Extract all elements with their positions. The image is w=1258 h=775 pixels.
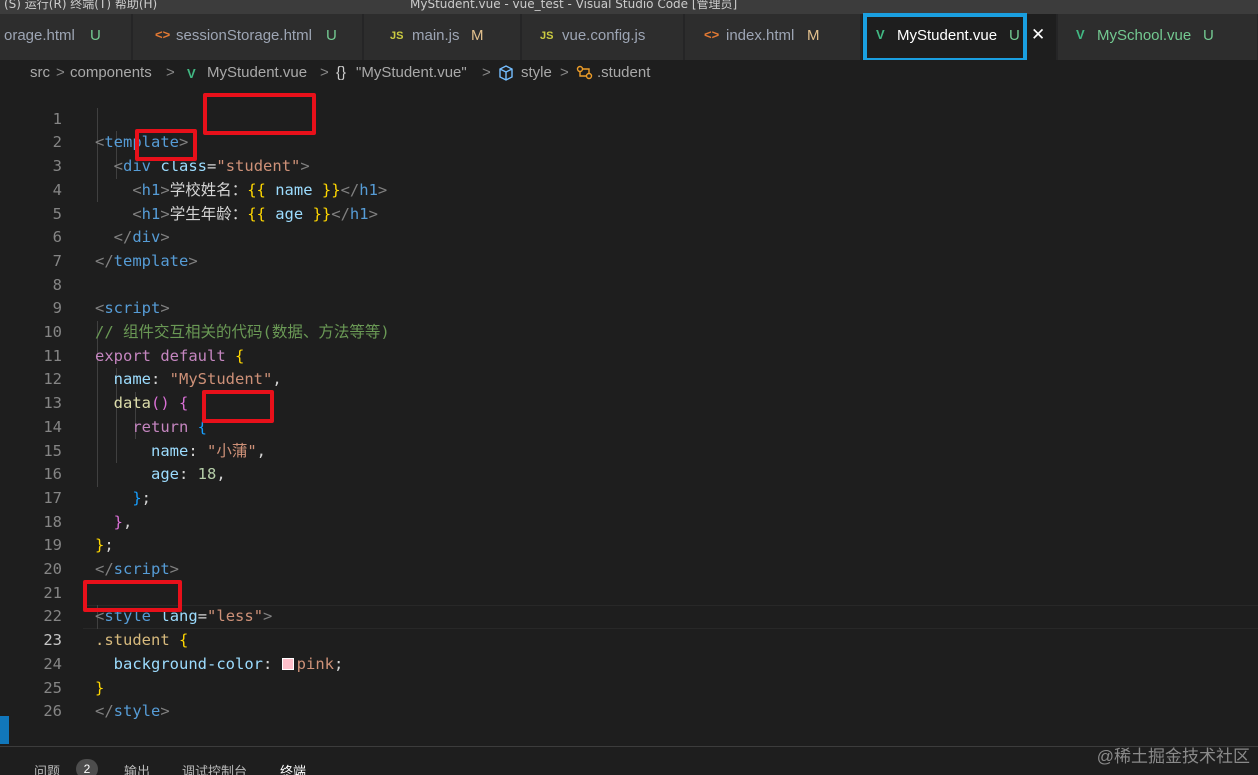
code-line: 19 </script>: [0, 511, 1258, 578]
bottom-panel: 问题 2 输出 调试控制台 终端: [0, 746, 1258, 775]
code-line: 26: [0, 677, 1258, 720]
breadcrumb: src > components > V MyStudent.vue > {} …: [0, 60, 1258, 84]
tab-myschool-vue[interactable]: V MySchool.vue U: [1058, 14, 1258, 60]
code-line: 25 </style>: [0, 653, 1258, 721]
line-number: 26: [43, 702, 62, 721]
tab-label: orage.html: [4, 27, 75, 44]
code-line: 6 </template>: [0, 203, 1258, 270]
code-line: 14 name: "小蒲",: [0, 392, 1258, 460]
tab-index-html[interactable]: <> index.html M: [685, 14, 861, 60]
code-line: 5 </div>: [0, 179, 1258, 247]
code-line: 1 <template>: [0, 84, 1258, 152]
watermark: @稀土掘金技术社区: [1096, 747, 1250, 766]
menu-bar[interactable]: (S) 运行(R) 终端(T) 帮助(H): [4, 0, 157, 12]
code-line: 11 name: "MyStudent",: [0, 321, 1258, 389]
tab-label: sessionStorage.html: [176, 27, 312, 44]
code-line: 20: [0, 534, 1258, 578]
tab-badge: M: [471, 27, 484, 44]
tab-badge: U: [1203, 27, 1214, 44]
vue-icon: V: [187, 66, 196, 81]
code-line: 23 background-color: pink;: [0, 605, 1258, 673]
code-line: 18 };: [0, 487, 1258, 555]
code-line: 2 <div class="student">: [0, 108, 1258, 175]
selector-icon: [576, 65, 594, 85]
annotation-box-name: [202, 390, 274, 423]
tab-label: vue.config.js: [562, 27, 646, 44]
tab-vue-config-js[interactable]: JS vue.config.js: [522, 14, 684, 60]
tab-badge: U: [90, 27, 101, 44]
breadcrumb-separator: >: [320, 64, 329, 81]
cube-icon: [498, 65, 514, 85]
tab-label: index.html: [726, 27, 795, 44]
code-line: 16 };: [0, 440, 1258, 507]
breadcrumb-item-selector[interactable]: .student: [597, 64, 650, 81]
breadcrumb-item-style[interactable]: style: [521, 64, 552, 81]
annotation-box-selector: [83, 580, 182, 612]
code-line: 24 }: [0, 629, 1258, 697]
problems-count-badge: 2: [76, 759, 98, 775]
annotation-box-h1: [135, 129, 197, 161]
code-line: 22 .student {: [0, 582, 1258, 649]
code-line: 8 <script>: [0, 250, 1258, 318]
breadcrumb-item-component[interactable]: "MyStudent.vue": [356, 64, 467, 81]
breadcrumb-separator: >: [482, 64, 491, 81]
code-line: 9 // 组件交互相关的代码(数据、方法等等): [0, 274, 1258, 341]
annotation-box-class: [203, 93, 316, 135]
close-icon[interactable]: ✕: [1031, 25, 1045, 45]
tab-terminal[interactable]: 终端: [280, 761, 306, 775]
editor-tab-bar: orage.html U <> sessionStorage.html U JS…: [0, 14, 1258, 60]
breadcrumb-item-file[interactable]: MyStudent.vue: [207, 64, 307, 81]
js-icon: JS: [390, 30, 404, 42]
window-title: MyStudent.vue - vue_test - Visual Studio…: [410, 0, 738, 11]
html-icon: <>: [704, 27, 720, 42]
code-line: 13 return {: [0, 368, 1258, 436]
tab-problems[interactable]: 问题: [34, 761, 60, 775]
code-line: 17 },: [0, 463, 1258, 531]
tab-label: main.js: [412, 27, 460, 44]
breadcrumb-item-components[interactable]: components: [70, 64, 152, 81]
title-bar: (S) 运行(R) 终端(T) 帮助(H) MyStudent.vue - vu…: [0, 0, 1258, 14]
tab-output[interactable]: 输出: [124, 761, 150, 775]
code-line: 21 <style lang="less">: [0, 558, 1258, 626]
js-icon: JS: [540, 30, 554, 42]
breadcrumb-separator: >: [560, 64, 569, 81]
code-line: 10 export default {: [0, 297, 1258, 365]
tab-main-js[interactable]: JS main.js M: [364, 14, 521, 60]
active-tab-highlight: [863, 13, 1027, 62]
tab-debug-console[interactable]: 调试控制台: [182, 761, 247, 775]
code-editor[interactable]: 1 <template> 2 <div class="student"> 3 <…: [0, 84, 1258, 746]
code-line: 7: [0, 226, 1258, 270]
tab-badge: U: [326, 27, 337, 44]
code-line: 15 age: 18,: [0, 416, 1258, 484]
breadcrumb-separator: >: [56, 64, 65, 81]
tab-sessionstorage-html[interactable]: <> sessionStorage.html U: [133, 14, 363, 60]
braces-icon: {}: [336, 64, 347, 81]
tab-badge: M: [807, 27, 820, 44]
tab-storage-html[interactable]: orage.html U: [0, 14, 132, 60]
vue-icon: V: [1076, 27, 1085, 42]
html-icon: <>: [155, 27, 171, 42]
breadcrumb-separator: >: [166, 64, 175, 81]
tab-label: MySchool.vue: [1097, 27, 1192, 44]
code-line: 12 data() {: [0, 345, 1258, 412]
breadcrumb-item-src[interactable]: src: [30, 64, 50, 81]
